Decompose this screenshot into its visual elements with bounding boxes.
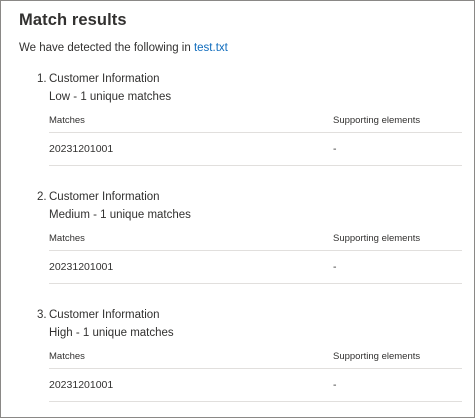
result-confidence: Medium - 1 unique matches xyxy=(49,209,191,221)
supporting-elements-value: - xyxy=(333,261,337,273)
result-number: 1. xyxy=(37,73,47,85)
table-header: Matches Supporting elements xyxy=(49,345,462,369)
intro-label: We have detected the following in xyxy=(19,42,194,54)
file-link[interactable]: test.txt xyxy=(194,42,228,54)
match-results-panel: Match results We have detected the follo… xyxy=(0,0,475,418)
intro-text: We have detected the following in test.t… xyxy=(19,42,228,54)
match-value: 20231201001 xyxy=(49,143,114,155)
column-header-supporting-elements: Supporting elements xyxy=(333,115,421,126)
result-confidence: Low - 1 unique matches xyxy=(49,91,172,103)
table-row: 20231201001 - xyxy=(49,133,462,166)
matches-table: Matches Supporting elements 20231201001 … xyxy=(49,109,462,166)
result-number: 3. xyxy=(37,309,47,321)
table-row: 20231201001 - xyxy=(49,251,462,284)
result-name: Customer Information xyxy=(49,73,160,85)
result-name: Customer Information xyxy=(49,309,160,321)
column-header-matches: Matches xyxy=(49,233,85,244)
column-header-matches: Matches xyxy=(49,351,85,362)
result-number: 2. xyxy=(37,191,47,203)
supporting-elements-value: - xyxy=(333,143,337,155)
match-value: 20231201001 xyxy=(49,379,114,391)
result-title: 1. Customer Information xyxy=(37,73,160,85)
result-title: 2. Customer Information xyxy=(37,191,160,203)
supporting-elements-value: - xyxy=(333,379,337,391)
column-header-supporting-elements: Supporting elements xyxy=(333,233,421,244)
result-title: 3. Customer Information xyxy=(37,309,160,321)
matches-table: Matches Supporting elements 20231201001 … xyxy=(49,227,462,284)
matches-table: Matches Supporting elements 20231201001 … xyxy=(49,345,462,402)
page-title: Match results xyxy=(19,11,127,29)
result-name: Customer Information xyxy=(49,191,160,203)
match-value: 20231201001 xyxy=(49,261,114,273)
column-header-matches: Matches xyxy=(49,115,85,126)
result-confidence: High - 1 unique matches xyxy=(49,327,174,339)
table-header: Matches Supporting elements xyxy=(49,109,462,133)
table-header: Matches Supporting elements xyxy=(49,227,462,251)
table-row: 20231201001 - xyxy=(49,369,462,402)
column-header-supporting-elements: Supporting elements xyxy=(333,351,421,362)
